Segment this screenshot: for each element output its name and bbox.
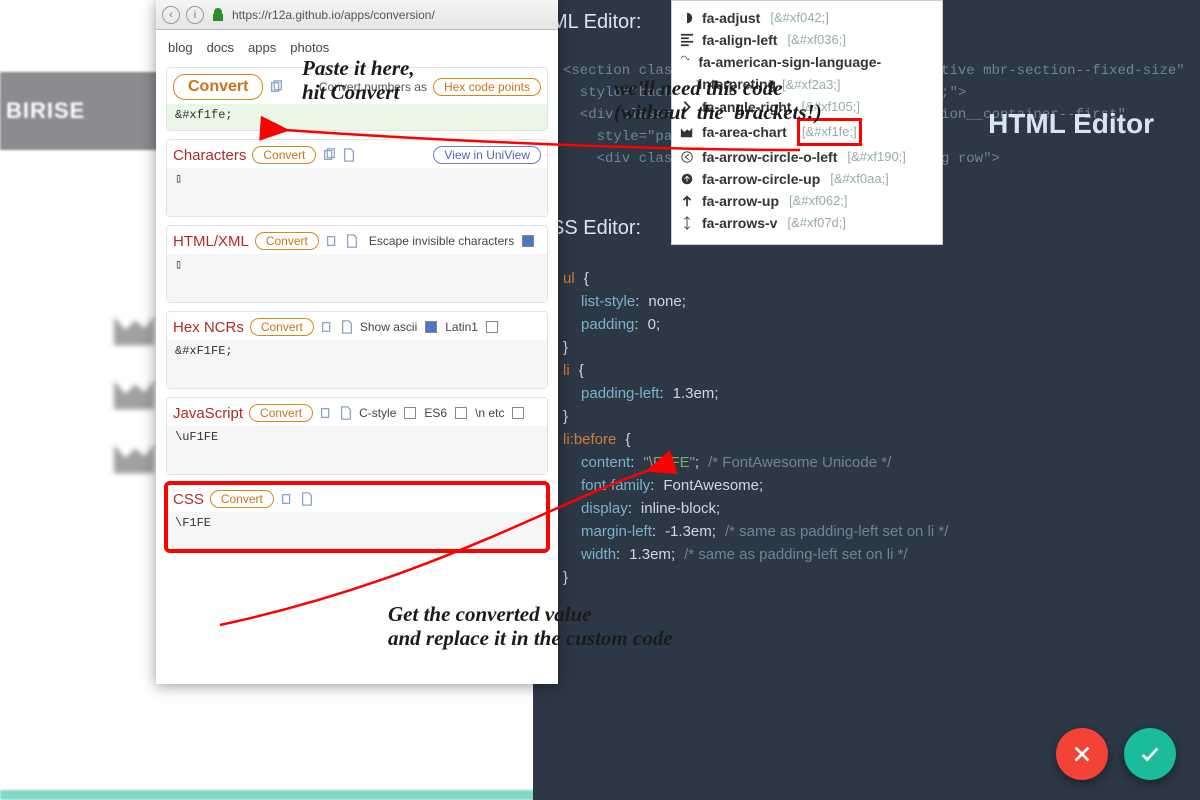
copy-icon[interactable] xyxy=(320,320,334,334)
copy-icon[interactable] xyxy=(325,234,339,248)
copy-icon[interactable] xyxy=(322,148,336,162)
arrow-circle-up-icon xyxy=(680,172,694,186)
latin1-checkbox[interactable] xyxy=(486,321,498,333)
characters-block: Characters Convert View in UniView ▯ xyxy=(166,139,548,217)
lock-icon xyxy=(210,7,226,23)
doc-icon[interactable] xyxy=(342,148,356,162)
tab-blog[interactable]: blog xyxy=(168,40,193,55)
ascii-checkbox[interactable] xyxy=(425,321,437,333)
html-xml-block: HTML/XML Convert Escape invisible charac… xyxy=(166,225,548,303)
address-bar: ‹ i https://r12a.github.io/apps/conversi… xyxy=(156,0,558,30)
area-chart-icon xyxy=(112,376,158,412)
info-button[interactable]: i xyxy=(186,6,204,24)
html-editor-big-label: HTML Editor xyxy=(970,100,1172,141)
tab-photos[interactable]: photos xyxy=(290,40,329,55)
copy-icon[interactable] xyxy=(269,80,283,94)
cancel-fab[interactable] xyxy=(1056,728,1108,780)
hex-ncrs-block: Hex NCRs Convert Show ascii Latin1 &#xF1… xyxy=(166,311,548,389)
url-text[interactable]: https://r12a.github.io/apps/conversion/ xyxy=(232,6,435,24)
tab-docs[interactable]: docs xyxy=(207,40,234,55)
annotation-2: we'll need this code (without the bracke… xyxy=(614,76,822,124)
tab-apps[interactable]: apps xyxy=(248,40,276,55)
fa-row: fa-arrow-circle-o-left[&#xf190;] xyxy=(680,146,938,168)
asl-icon xyxy=(680,51,690,65)
css-block: CSS Convert \F1FE xyxy=(166,483,548,551)
arrow-circle-left-icon xyxy=(680,150,694,164)
css-code-block[interactable]: ul { list-style: none; padding: 0; } li … xyxy=(563,268,948,590)
annotation-1: Paste it here, hit Convert xyxy=(302,56,415,104)
convert-button[interactable]: Convert xyxy=(210,490,274,508)
area-chart-icon xyxy=(112,440,158,476)
escape-checkbox[interactable] xyxy=(522,235,534,247)
doc-icon[interactable] xyxy=(345,234,359,248)
hex-mode-pill[interactable]: Hex code points xyxy=(433,78,541,96)
netc-checkbox[interactable] xyxy=(512,407,524,419)
back-button[interactable]: ‹ xyxy=(162,6,180,24)
doc-icon[interactable] xyxy=(340,320,354,334)
fa-row: fa-align-left[&#xf036;] xyxy=(680,29,938,51)
arrows-v-icon xyxy=(680,216,694,230)
es6-checkbox[interactable] xyxy=(455,407,467,419)
convert-button[interactable]: Convert xyxy=(252,146,316,164)
copy-icon[interactable] xyxy=(319,406,333,420)
cstyle-checkbox[interactable] xyxy=(404,407,416,419)
fa-row: fa-arrows-v[&#xf07d;] xyxy=(680,212,938,234)
convert-button[interactable]: Convert xyxy=(249,404,313,422)
site-nav-tabs: blog docs apps photos xyxy=(156,30,558,59)
annotation-3: Get the converted value and replace it i… xyxy=(388,602,673,650)
adjust-icon xyxy=(680,11,694,25)
doc-icon[interactable] xyxy=(339,406,353,420)
area-chart-icon xyxy=(680,125,694,139)
convert-button[interactable]: Convert xyxy=(250,318,314,336)
bg-brand-label: BIRISE xyxy=(6,98,85,124)
view-uniview-button[interactable]: View in UniView xyxy=(433,146,541,164)
main-convert-button[interactable]: Convert xyxy=(173,74,263,100)
align-left-icon xyxy=(680,33,694,47)
main-input-value[interactable]: &#xf1fe; xyxy=(167,104,547,130)
fa-row: fa-adjust[&#xf042;] xyxy=(680,7,938,29)
area-chart-icon xyxy=(112,312,158,348)
arrow-up-icon xyxy=(680,194,694,208)
javascript-block: JavaScript Convert C-style ES6 \n etc \u… xyxy=(166,397,548,475)
fa-row: fa-arrow-up[&#xf062;] xyxy=(680,190,938,212)
fa-row: fa-arrow-circle-up[&#xf0aa;] xyxy=(680,168,938,190)
confirm-fab[interactable] xyxy=(1124,728,1176,780)
copy-icon[interactable] xyxy=(280,492,294,506)
convert-button[interactable]: Convert xyxy=(255,232,319,250)
doc-icon[interactable] xyxy=(300,492,314,506)
